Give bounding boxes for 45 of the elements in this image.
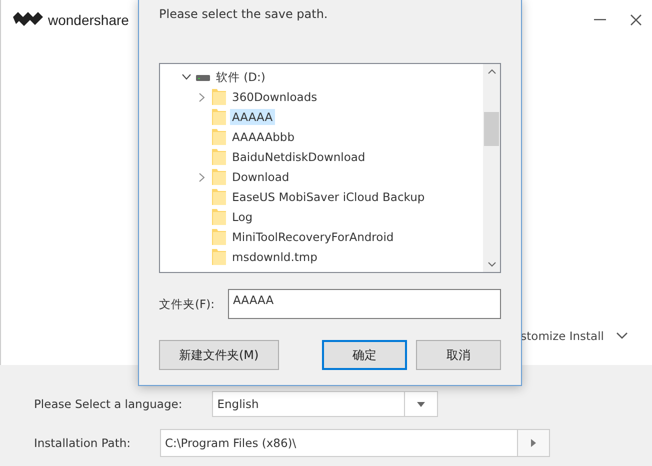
folder-icon bbox=[212, 209, 226, 225]
tree-item[interactable]: AAAAAbbb bbox=[230, 129, 297, 145]
tree-item[interactable]: Log bbox=[230, 209, 255, 225]
minimize-icon[interactable] bbox=[594, 19, 606, 21]
folder-icon bbox=[212, 129, 226, 145]
scroll-down-icon[interactable] bbox=[488, 262, 496, 267]
play-arrow-icon bbox=[531, 439, 536, 447]
browse-button[interactable] bbox=[518, 429, 550, 457]
tree-item[interactable]: 360Downloads bbox=[230, 89, 320, 105]
scrollbar-thumb[interactable] bbox=[484, 112, 499, 146]
folder-icon bbox=[212, 109, 226, 125]
language-dropdown[interactable]: English bbox=[212, 391, 438, 417]
tree-item[interactable]: AAAAA bbox=[230, 109, 275, 125]
folder-icon bbox=[212, 89, 226, 105]
tree-item[interactable]: BaiduNetdiskDownload bbox=[230, 149, 368, 165]
logo-icon bbox=[13, 12, 43, 28]
tree-item[interactable]: Download bbox=[230, 169, 292, 185]
language-label: Please Select a language: bbox=[34, 397, 182, 411]
folder-label: 文件夹(F): bbox=[159, 296, 216, 312]
tree-item[interactable]: MiniToolRecoveryForAndroid bbox=[230, 229, 396, 245]
installation-path-label: Installation Path: bbox=[34, 436, 132, 450]
dialog-prompt: Please select the save path. bbox=[159, 6, 329, 23]
customize-install-link[interactable]: stomize Install bbox=[520, 329, 604, 343]
tree-item[interactable]: msdownld.tmp bbox=[230, 249, 320, 265]
dialog-button[interactable]: 取消 bbox=[416, 340, 501, 370]
scroll-up-icon[interactable] bbox=[488, 69, 496, 74]
dialog-button[interactable]: 确定 bbox=[322, 340, 407, 370]
drive-icon bbox=[196, 74, 210, 80]
dropdown-arrow-icon bbox=[417, 402, 426, 406]
expanded-chevron-icon[interactable] bbox=[182, 74, 190, 80]
folder-icon bbox=[212, 189, 226, 205]
folder-icon bbox=[212, 249, 226, 265]
collapsed-chevron-icon[interactable] bbox=[199, 92, 205, 102]
tree-item[interactable]: 软件 (D:) bbox=[214, 68, 268, 86]
folder-icon bbox=[212, 149, 226, 165]
dialog-button[interactable]: 新建文件夹(M) bbox=[159, 340, 279, 370]
folder-icon bbox=[212, 229, 226, 245]
installation-path-field[interactable]: C:\Program Files (x86)\ bbox=[160, 429, 518, 457]
folder-icon bbox=[212, 169, 226, 185]
collapsed-chevron-icon[interactable] bbox=[199, 172, 205, 182]
folder-name-field[interactable]: AAAAA bbox=[228, 289, 501, 319]
chevron-icon[interactable] bbox=[616, 332, 628, 340]
brand-name: wondershare bbox=[48, 12, 129, 28]
close-icon[interactable] bbox=[630, 14, 642, 26]
tree-item[interactable]: EaseUS MobiSaver iCloud Backup bbox=[230, 189, 427, 205]
